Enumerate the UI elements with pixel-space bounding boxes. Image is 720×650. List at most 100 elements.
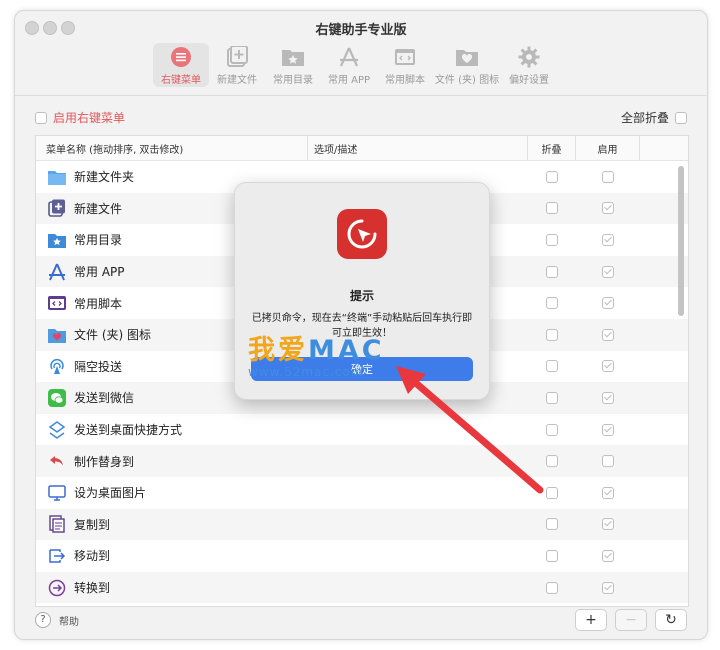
folder-heart-icon <box>455 46 479 68</box>
refresh-button[interactable]: ↻ <box>655 609 687 631</box>
tab-label: 新建文件 <box>217 75 257 86</box>
dialog-title: 提示 <box>349 289 374 303</box>
enable-checkbox[interactable] <box>602 202 614 215</box>
tab-label: 常用目录 <box>273 75 313 86</box>
row-name: 复制到 <box>74 517 111 532</box>
collapse-checkbox[interactable] <box>546 297 558 310</box>
enable-checkbox[interactable] <box>602 581 614 594</box>
row-name: 隔空投送 <box>74 359 123 374</box>
folder-star-icon <box>48 231 66 249</box>
new-file-icon <box>48 199 66 218</box>
table-scrollbar[interactable] <box>678 166 684 316</box>
copy-icon <box>48 515 66 534</box>
enable-checkbox[interactable] <box>602 297 614 310</box>
row-name: 常用脚本 <box>74 296 123 311</box>
new-file-icon <box>225 46 249 68</box>
enable-checkbox[interactable] <box>602 170 614 183</box>
column-header-name[interactable]: 菜单名称 (拖动排序, 双击修改) <box>36 136 308 160</box>
folder-icon <box>48 168 66 186</box>
shortcut-icon <box>48 420 66 439</box>
move-icon <box>48 547 66 565</box>
collapse-checkbox[interactable] <box>546 518 558 531</box>
row-name: 新建文件 <box>74 201 123 216</box>
table-row[interactable]: 复制到 <box>36 508 688 541</box>
tab-common-folders[interactable]: 常用目录 <box>265 43 321 87</box>
tab-context-menu[interactable]: 右键菜单 <box>153 43 209 87</box>
column-header-collapse[interactable]: 折叠 <box>528 136 576 160</box>
tab-common-apps[interactable]: 常用 APP <box>321 43 377 87</box>
ok-button[interactable]: 确定 <box>251 357 473 381</box>
collapse-checkbox[interactable] <box>546 581 558 594</box>
enable-checkbox[interactable] <box>602 518 614 531</box>
tab-label: 常用脚本 <box>385 75 425 86</box>
enable-checkbox[interactable] <box>602 549 614 562</box>
collapse-all-checkbox[interactable] <box>675 111 687 124</box>
collapse-checkbox[interactable] <box>546 170 558 183</box>
convert-icon <box>48 579 66 597</box>
script-icon <box>48 294 66 312</box>
row-name: 转换到 <box>74 581 111 596</box>
desktop-icon <box>48 484 66 502</box>
app-store-icon <box>48 263 66 281</box>
enable-menu-label: 启用右键菜单 <box>53 111 126 125</box>
row-name: 发送到桌面快捷方式 <box>74 423 183 438</box>
table-row[interactable]: 设为桌面图片 <box>36 477 688 509</box>
help-icon[interactable]: ? <box>35 612 51 628</box>
tab-label: 文件 (夹) 图标 <box>434 75 500 86</box>
tab-preferences[interactable]: 偏好设置 <box>501 43 557 87</box>
enable-checkbox[interactable] <box>602 423 614 436</box>
collapse-checkbox[interactable] <box>546 265 558 278</box>
gear-icon <box>517 46 541 68</box>
toolbar: 右键菜单 新建文件 常用目录 常用 APP 常用脚本 文件 (夹) 图标 偏好设… <box>153 43 557 89</box>
collapse-checkbox[interactable] <box>546 233 558 246</box>
airdrop-icon <box>48 357 66 375</box>
row-name: 常用 APP <box>74 265 125 280</box>
folder-heart-icon <box>48 326 66 344</box>
enable-checkbox[interactable] <box>602 328 614 341</box>
column-header-enabled[interactable]: 启用 <box>576 136 640 160</box>
alias-icon <box>48 452 66 470</box>
wechat-icon <box>48 388 66 407</box>
toolbar-divider <box>15 95 707 96</box>
collapse-checkbox[interactable] <box>546 391 558 404</box>
collapse-checkbox[interactable] <box>546 486 558 499</box>
tab-common-scripts[interactable]: 常用脚本 <box>377 43 433 87</box>
row-name: 发送到微信 <box>74 391 135 406</box>
collapse-checkbox[interactable] <box>546 328 558 341</box>
column-header-options[interactable]: 选项/描述 <box>308 136 528 160</box>
enable-checkbox[interactable] <box>602 455 614 468</box>
help-label[interactable]: 帮助 <box>59 613 79 628</box>
enable-checkbox[interactable] <box>602 391 614 404</box>
table-row[interactable]: 转换到 <box>36 571 688 604</box>
enable-checkbox[interactable] <box>602 486 614 499</box>
enable-menu-control: 启用右键菜单 <box>35 109 125 126</box>
enable-checkbox[interactable] <box>602 360 614 373</box>
app-logo-icon <box>337 209 387 259</box>
table-row[interactable]: 移动到 <box>36 540 688 572</box>
collapse-checkbox[interactable] <box>546 202 558 215</box>
remove-button[interactable]: − <box>615 609 647 631</box>
tab-folder-icons[interactable]: 文件 (夹) 图标 <box>433 43 501 87</box>
table-row[interactable]: 发送到桌面快捷方式 <box>36 414 688 446</box>
enable-menu-checkbox[interactable] <box>35 111 47 124</box>
collapse-checkbox[interactable] <box>546 360 558 373</box>
window-title: 右键助手专业版 <box>315 23 407 38</box>
tab-new-file[interactable]: 新建文件 <box>209 43 265 87</box>
list-icon <box>169 46 193 68</box>
collapse-checkbox[interactable] <box>546 455 558 468</box>
table-row[interactable]: 制作替身到 <box>36 445 688 477</box>
row-name: 常用目录 <box>74 233 123 248</box>
alert-dialog: 提示 已拷贝命令，现在去“终端”手动粘贴后回车执行即可立即生效！ 确定 <box>234 182 490 400</box>
enable-checkbox[interactable] <box>602 233 614 246</box>
row-name: 设为桌面图片 <box>74 486 147 501</box>
collapse-checkbox[interactable] <box>546 423 558 436</box>
tab-label: 右键菜单 <box>161 75 201 86</box>
table-header: 菜单名称 (拖动排序, 双击修改) 选项/描述 折叠 启用 <box>36 136 688 161</box>
enable-checkbox[interactable] <box>602 265 614 278</box>
add-button[interactable]: + <box>575 609 607 631</box>
collapse-all-label: 全部折叠 <box>620 111 669 125</box>
collapse-checkbox[interactable] <box>546 549 558 562</box>
app-store-icon <box>337 46 361 68</box>
tab-label: 常用 APP <box>327 75 371 86</box>
row-name: 移动到 <box>74 549 111 564</box>
